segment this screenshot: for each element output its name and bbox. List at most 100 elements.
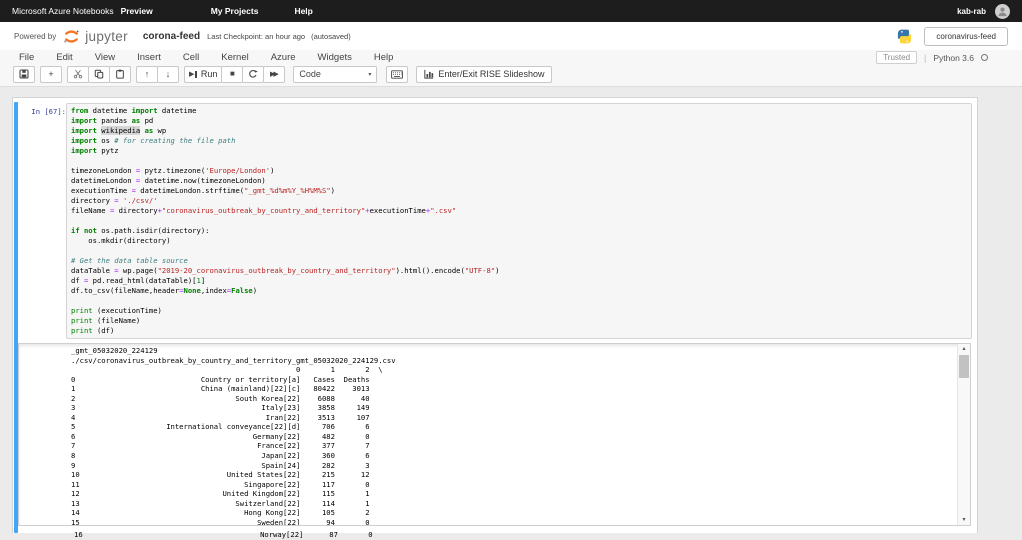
code-line: if not os.path.isdir(directory):: [71, 226, 210, 235]
code-line: datetimeLondon = datetime.now(timezoneLo…: [71, 176, 266, 185]
azure-topbar: Microsoft Azure Notebooks Preview My Pro…: [0, 0, 1022, 22]
code-line: os.mkdir(directory): [71, 236, 171, 245]
kernel-name: Python 3.6: [933, 52, 974, 63]
code-cell[interactable]: In [67]: from datetime import datetime im…: [14, 102, 973, 539]
run-button[interactable]: ▶ Run: [184, 65, 223, 83]
menubar: File Edit View Insert Cell Kernel Azure Widgets…: [0, 50, 1022, 65]
code-line: # Get the data table source: [71, 256, 188, 265]
azure-brand[interactable]: Microsoft Azure Notebooks: [12, 6, 114, 16]
menu-file[interactable]: File: [8, 52, 45, 63]
toolbar: + ↑ ↓ ▶ Run ■ ▶▶ Code ▾ Enter/Exit RISE …: [0, 65, 1022, 87]
notebook-container: In [67]: from datetime import datetime im…: [12, 97, 978, 539]
kernel-divider: |: [924, 52, 927, 63]
code-line: print (df): [71, 326, 115, 335]
topbar-user-area: kab-rab: [957, 3, 1010, 19]
menu-kernel[interactable]: Kernel: [210, 52, 259, 63]
paste-cell-button[interactable]: [109, 65, 131, 83]
nav-my-projects[interactable]: My Projects: [211, 6, 259, 16]
interrupt-kernel-button[interactable]: ■: [221, 65, 244, 83]
kernel-status-icon: [981, 54, 988, 61]
trusted-badge[interactable]: Trusted: [876, 51, 918, 64]
menu-view[interactable]: View: [84, 52, 126, 63]
cell-type-select[interactable]: Code ▾: [293, 65, 378, 83]
scissors-icon: [73, 69, 83, 79]
jupyter-logo[interactable]: [63, 28, 80, 45]
menu-cell[interactable]: Cell: [172, 52, 210, 63]
powered-by-label: Powered by: [14, 31, 57, 41]
output-area[interactable]: _gmt_05032020_224129 ./csv/coronavirus_o…: [18, 343, 971, 526]
bar-chart-icon: [424, 69, 434, 79]
restart-kernel-button[interactable]: [242, 65, 265, 83]
code-line: fileName = directory+"coronavirus_outbre…: [71, 206, 457, 215]
code-line: executionTime = datetimeLondon.strftime(…: [71, 186, 335, 195]
copy-cell-button[interactable]: [88, 65, 110, 83]
checkpoint-status: Last Checkpoint: an hour ago: [207, 31, 306, 41]
rise-slideshow-button[interactable]: Enter/Exit RISE Slideshow: [416, 65, 553, 83]
step-forward-bar: [195, 70, 197, 78]
input-prompt: In [67]:: [31, 107, 66, 116]
chevron-down-icon: ▾: [368, 71, 372, 78]
paste-icon: [116, 69, 124, 79]
keyboard-icon: [391, 69, 404, 79]
nav-help[interactable]: Help: [294, 6, 312, 16]
code-line: df.to_csv(fileName,header=None,index=Fal…: [71, 286, 258, 295]
code-line: import pandas as pd: [71, 116, 154, 125]
user-avatar[interactable]: [995, 3, 1010, 19]
output-scrollbar[interactable]: ▴ ▾: [957, 344, 970, 525]
menu-edit[interactable]: Edit: [45, 52, 83, 63]
move-cell-down-button[interactable]: ↓: [157, 65, 179, 83]
notebook-title[interactable]: corona-feed: [143, 31, 200, 42]
topbar-nav: My Projects Help: [211, 6, 313, 16]
arrow-down-icon: ↓: [165, 68, 171, 79]
clipped-output-text: 16 Norway[22] 87 0: [74, 530, 373, 539]
code-line: df = pd.read_html(dataTable)[1]: [71, 276, 206, 285]
python-logo: [898, 29, 912, 43]
code-line: print (fileName): [71, 316, 141, 325]
cell-type-value: Code: [299, 69, 321, 79]
project-button[interactable]: coronavirus-feed: [924, 26, 1008, 46]
restart-icon: [249, 70, 259, 78]
cell-input-row: In [67]: from datetime import datetime im…: [18, 103, 973, 339]
menu-insert[interactable]: Insert: [126, 52, 172, 63]
scrollbar-up-icon[interactable]: ▴: [958, 345, 970, 353]
scrollbar-down-icon[interactable]: ▾: [958, 516, 970, 524]
jupyter-wordmark[interactable]: jupyter: [85, 29, 128, 44]
menu-widgets[interactable]: Widgets: [307, 52, 363, 63]
add-cell-button[interactable]: +: [40, 65, 62, 83]
menu-help[interactable]: Help: [363, 52, 405, 63]
plus-icon: +: [48, 68, 54, 79]
clipped-output-row: 16 Norway[22] 87 0: [22, 528, 969, 540]
code-line: timezoneLondon = pytz.timezone('Europe/L…: [71, 166, 275, 175]
step-forward-icon: ▶: [189, 70, 195, 78]
autosave-status: (autosaved): [311, 31, 351, 41]
person-icon: [998, 7, 1007, 16]
output-text: _gmt_05032020_224129 ./csv/coronavirus_o…: [71, 346, 396, 526]
move-cell-up-button[interactable]: ↑: [136, 65, 158, 83]
cut-cell-button[interactable]: [67, 65, 89, 83]
code-line: import pytz: [71, 146, 119, 155]
command-palette-button[interactable]: [386, 65, 409, 83]
arrow-up-icon: ↑: [144, 68, 150, 79]
save-button[interactable]: [13, 65, 35, 83]
code-editor[interactable]: from datetime import datetime import pand…: [66, 103, 972, 339]
code-line: directory = './csv/': [71, 196, 158, 205]
save-icon: [19, 69, 29, 79]
restart-run-all-button[interactable]: ▶▶: [263, 65, 286, 83]
rise-label: Enter/Exit RISE Slideshow: [438, 69, 545, 79]
copy-icon: [94, 69, 104, 79]
fast-forward-icon: ▶▶: [270, 70, 279, 78]
code-line: from datetime import datetime: [71, 106, 197, 115]
stop-icon: ■: [229, 69, 235, 78]
preview-label: Preview: [120, 6, 153, 16]
username[interactable]: kab-rab: [957, 7, 986, 16]
menubar-right: Trusted | Python 3.6: [876, 51, 988, 64]
header-right: coronavirus-feed: [896, 26, 1008, 46]
code-line: dataTable = wp.page("2019-20_coronavirus…: [71, 266, 500, 275]
code-line: import wikipedia as wp: [71, 126, 167, 135]
menu-azure[interactable]: Azure: [260, 52, 307, 63]
output-scrollbar-thumb[interactable]: [959, 355, 969, 378]
